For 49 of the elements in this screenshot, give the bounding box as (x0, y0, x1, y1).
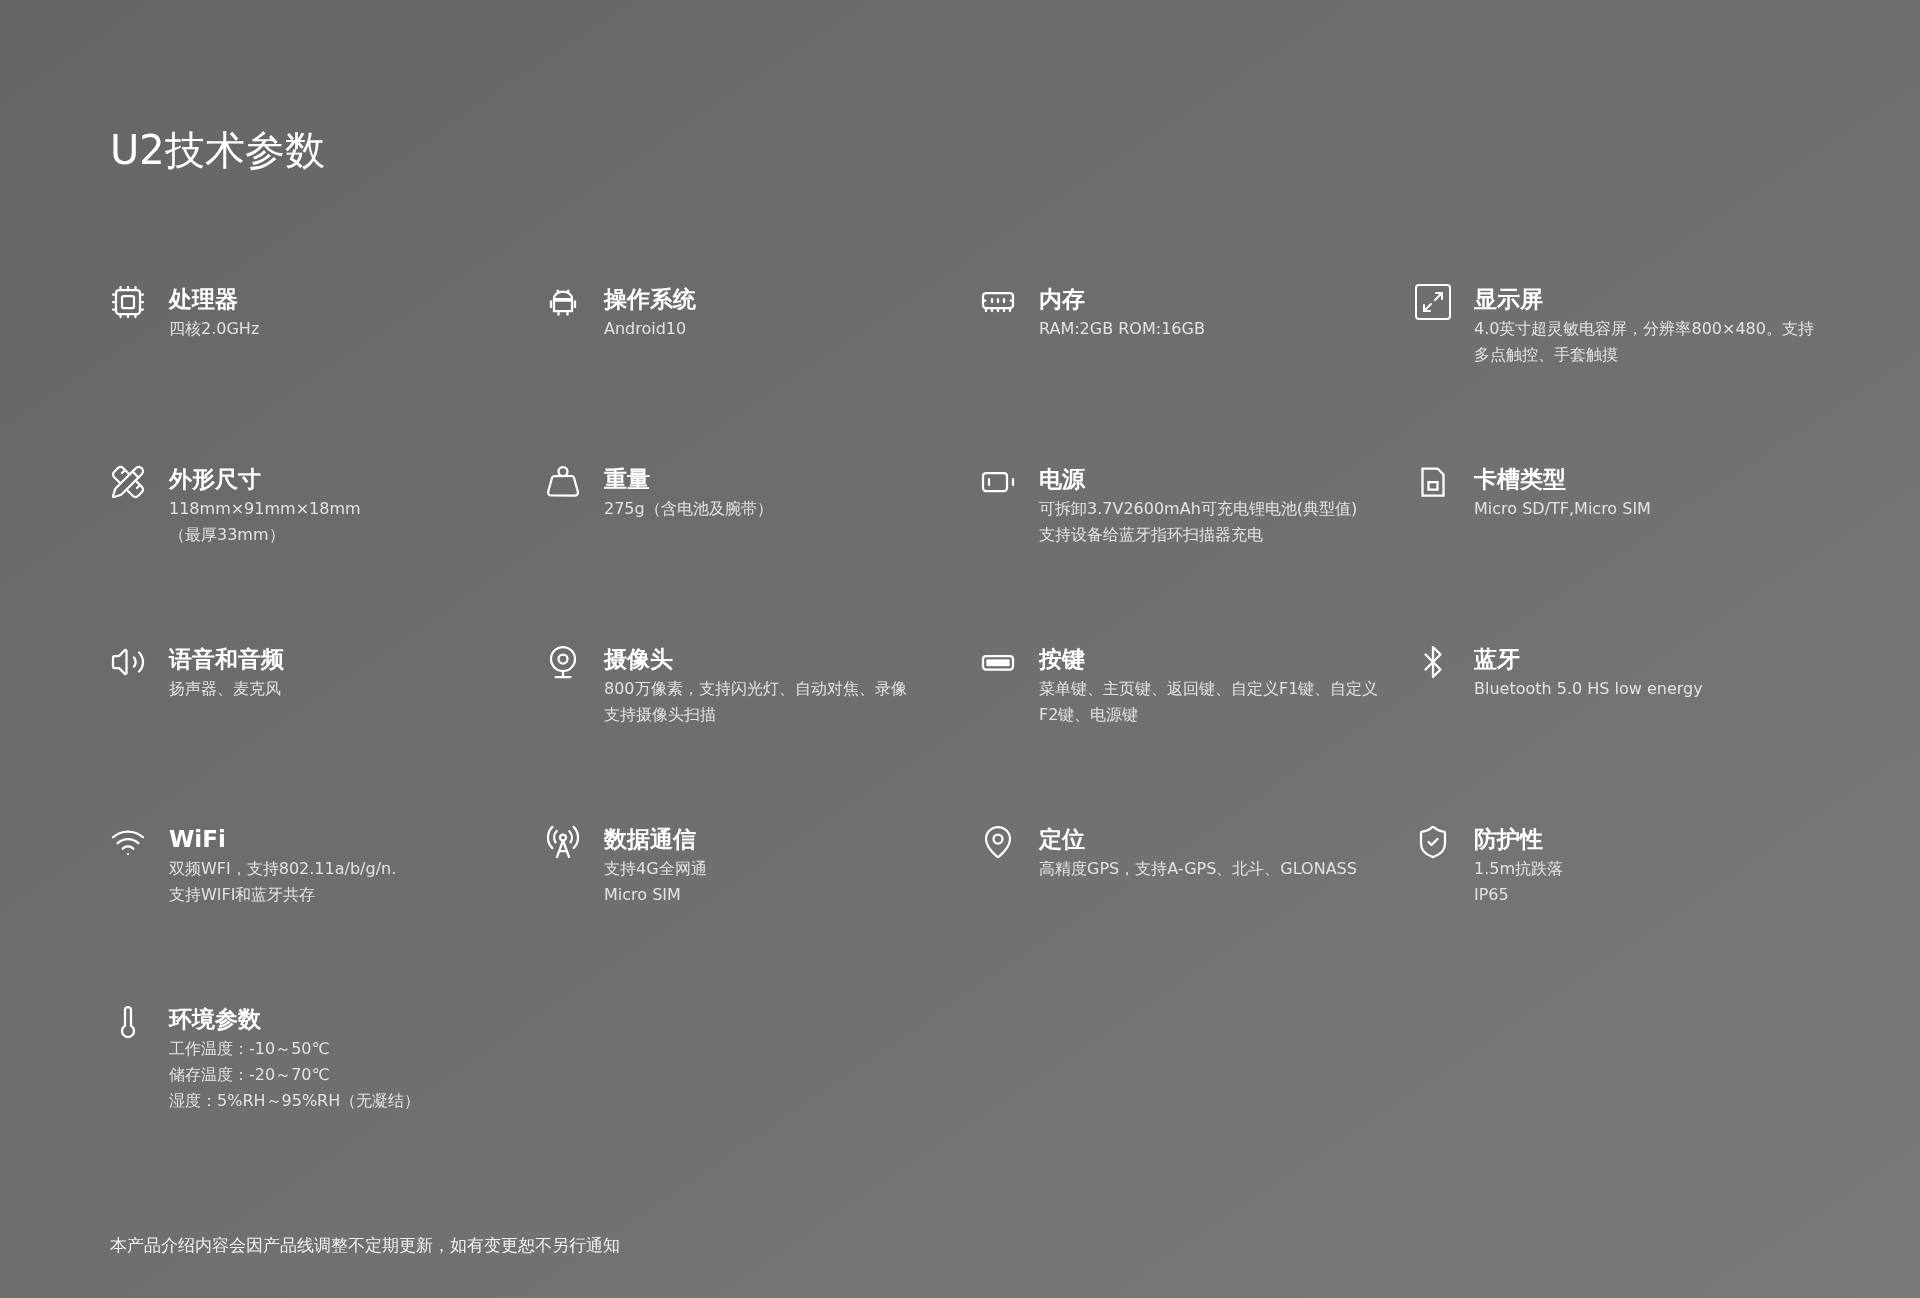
page-title: U2技术参数 (110, 130, 325, 170)
spec-value: 800万像素，支持闪光灯、自动对焦、录像 (604, 678, 908, 700)
spec-title: 卡槽类型 (1474, 465, 1567, 494)
cpu-icon (110, 284, 146, 320)
spec-value: Bluetooth 5.0 HS low energy (1474, 678, 1704, 700)
spec-value: Micro SD/TF,Micro SIM (1474, 498, 1652, 520)
spec-title: 外形尺寸 (169, 465, 262, 494)
spec-value: 支持设备给蓝牙指环扫描器充电 (1039, 524, 1264, 546)
spec-value: 支持WIFI和蓝牙共存 (169, 884, 317, 906)
spec-value: （最厚33mm） (169, 524, 286, 546)
spec-title: 内存 (1039, 285, 1086, 314)
spec-value: 菜单键、主页键、返回键、自定义F1键、自定义F2键、电源键 (1039, 678, 1380, 726)
spec-value: Micro SIM (604, 884, 682, 906)
spec-value: 118mm×91mm×18mm (169, 498, 362, 520)
spec-value: 双频WFI，支持802.11a/b/g/n. (169, 858, 398, 880)
spec-title: 电源 (1039, 465, 1086, 494)
spec-title: 操作系统 (604, 285, 697, 314)
spec-value: 储存温度：-20～70℃ (169, 1064, 331, 1086)
spec-title: 蓝牙 (1474, 645, 1521, 674)
spec-title: 环境参数 (169, 1005, 262, 1034)
spec-title: 处理器 (169, 285, 239, 314)
expand-icon (1415, 284, 1451, 320)
spec-value: Android10 (604, 318, 688, 340)
spec-title: WiFi (169, 825, 227, 854)
spec-value: 4.0英寸超灵敏电容屏，分辨率800×480。支持多点触控、手套触摸 (1474, 318, 1815, 366)
spec-title: 重量 (604, 465, 651, 494)
spec-value: IP65 (1474, 884, 1510, 906)
spec-value: 支持4G全网通 (604, 858, 708, 880)
spec-value: 工作温度：-10～50℃ (169, 1038, 331, 1060)
spec-title: 数据通信 (604, 825, 697, 854)
spec-value: 湿度：5%RH～95%RH（无凝结） (169, 1090, 422, 1112)
weight-icon (545, 464, 581, 500)
spec-value: 1.5m抗跌落 (1474, 858, 1565, 880)
spec-value: 275g（含电池及腕带） (604, 498, 774, 520)
spec-title: 显示屏 (1474, 285, 1544, 314)
pencil-ruler-icon (110, 464, 146, 500)
spec-value: 高精度GPS，支持A-GPS、北斗、GLONASS (1039, 858, 1358, 880)
spec-value: 可拆卸3.7V2600mAh可充电锂电池(典型值) (1039, 498, 1359, 520)
spec-value: 四核2.0GHz (169, 318, 261, 340)
spec-title: 防护性 (1474, 825, 1544, 854)
footer-note: 本产品介绍内容会因产品线调整不定期更新，如有变更恕不另行通知 (110, 1233, 620, 1257)
spec-title: 按键 (1039, 645, 1086, 674)
spec-title: 摄像头 (604, 645, 674, 674)
spec-value: 扬声器、麦克风 (169, 678, 282, 700)
spec-title: 定位 (1039, 825, 1086, 854)
spec-title: 语音和音频 (169, 645, 285, 674)
radio-tower-icon (545, 824, 581, 860)
spec-value: 支持摄像头扫描 (604, 704, 717, 726)
spec-value: RAM:2GB ROM:16GB (1039, 318, 1206, 340)
